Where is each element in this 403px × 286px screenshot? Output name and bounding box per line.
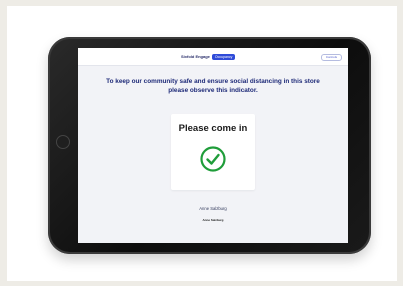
store-logo: Anne Salzburg — [202, 218, 224, 222]
brand-name: Sixfold Engage — [181, 54, 210, 59]
occupancy-indicator-card: Please come in — [171, 114, 255, 190]
tablet-device: Sixfold Engage Occupancy Controls To kee… — [48, 37, 371, 254]
home-button — [56, 135, 70, 149]
store-name: Anne Salzburg — [199, 206, 227, 211]
top-bar: Sixfold Engage Occupancy Controls — [78, 48, 348, 66]
brand-badge: Occupancy — [211, 54, 236, 60]
brand-logo: Sixfold Engage Occupancy — [181, 53, 236, 61]
tablet-screen: Sixfold Engage Occupancy Controls To kee… — [78, 48, 348, 243]
indicator-label: Please come in — [178, 123, 248, 134]
instruction-message: To keep our community safe and ensure so… — [106, 78, 320, 94]
check-circle-icon — [200, 146, 226, 172]
header-action-button[interactable]: Controls — [320, 54, 342, 61]
